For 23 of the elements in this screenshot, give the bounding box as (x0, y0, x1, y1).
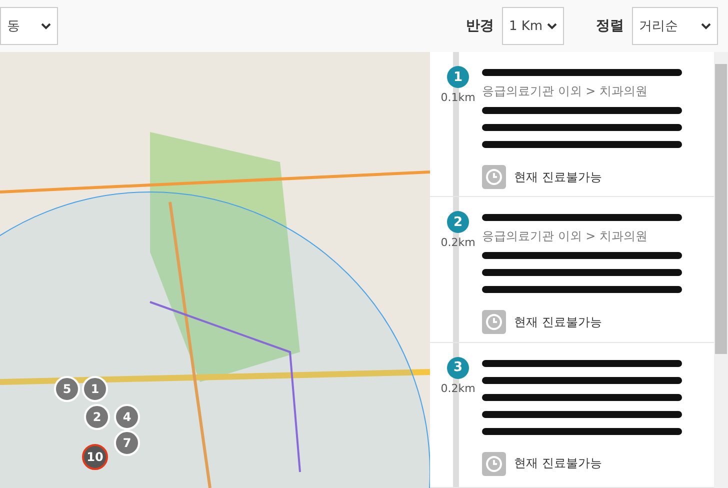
result-number: 3 (447, 356, 469, 379)
sort-select[interactable]: 거리순 (632, 7, 718, 45)
radius-label: 반경 (466, 17, 494, 35)
distance-text: 0.1km (440, 91, 476, 104)
status-text: 현재 진료불가능 (514, 314, 602, 331)
sort-label: 정렬 (596, 17, 624, 35)
distance-text: 0.2km (440, 236, 476, 250)
scrollbar[interactable] (714, 52, 728, 488)
category-text: 응급의료기관 이외 > 치과의원 (482, 83, 648, 100)
chevron-down-icon (547, 22, 557, 30)
clock-icon (482, 165, 506, 189)
distance-text: 0.2km (440, 382, 476, 395)
chevron-down-icon (41, 22, 51, 30)
clock-icon (482, 310, 506, 334)
result-number: 1 (447, 66, 469, 88)
radius-select[interactable]: 1 Km (502, 7, 564, 45)
status-text: 현재 진료불가능 (514, 168, 602, 186)
area-select[interactable]: 동 (0, 7, 58, 45)
clock-icon (482, 452, 506, 476)
status-text: 현재 진료불가능 (514, 455, 602, 472)
category-text: 응급의료기관 이외 > 치과의원 (482, 228, 648, 246)
result-number: 2 (447, 211, 469, 234)
chevron-down-icon (701, 22, 711, 30)
